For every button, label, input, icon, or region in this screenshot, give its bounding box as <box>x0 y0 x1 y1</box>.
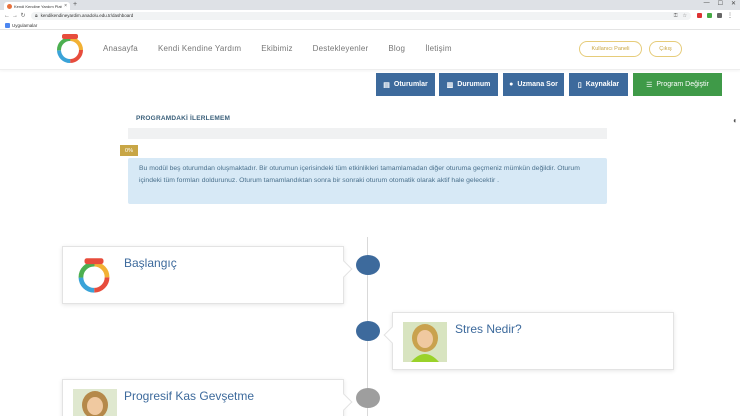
star-icon[interactable]: ☆ <box>683 13 687 19</box>
book-icon: ▤ <box>383 81 390 89</box>
progress-title: PROGRAMDAKİ İLERLEMEM <box>136 115 231 122</box>
main-nav: Anasayfa Kendi Kendine Yardım Ekibimiz D… <box>103 44 472 53</box>
change-program-button[interactable]: ☰ Program Değiştir <box>633 73 722 96</box>
site-logo-icon[interactable] <box>54 33 86 65</box>
minimize-icon[interactable]: — <box>704 0 710 7</box>
nav-home[interactable]: Anasayfa <box>103 44 138 53</box>
nav-contact[interactable]: İletişim <box>425 44 452 53</box>
timeline-card-stress[interactable]: Stres Nedir? <box>383 312 674 370</box>
logout-button[interactable]: Çıkış <box>649 41 682 57</box>
tab-close-icon[interactable]: × <box>64 3 67 9</box>
logo-icon <box>78 258 110 293</box>
extension-icon[interactable] <box>707 13 712 18</box>
menu-icon[interactable]: ⋮ <box>727 12 733 19</box>
nav-self-help[interactable]: Kendi Kendine Yardım <box>158 44 241 53</box>
address-bar[interactable]: 🔒︎ kendikendineyardim.anadolu.edu.tr/das… <box>31 11 691 20</box>
file-icon: ▯ <box>577 81 582 89</box>
browser-toolbar: ← → ↻ 🔒︎ kendikendineyardim.anadolu.edu.… <box>0 10 740 21</box>
apps-icon <box>5 22 10 28</box>
timeline-title: Progresif Kas Gevşetme <box>124 389 255 403</box>
close-window-icon[interactable]: ✕ <box>731 0 736 7</box>
info-text: Bu modül beş oturumdan oluşmaktadır. Bir… <box>139 165 580 184</box>
back-icon[interactable]: ← <box>3 13 11 19</box>
reload-icon[interactable]: ↻ <box>19 12 27 19</box>
timeline-dot-active <box>356 321 380 341</box>
window-controls: — ☐ ✕ <box>704 0 736 7</box>
timeline-title: Başlangıç <box>124 256 177 270</box>
favicon-icon <box>7 3 12 9</box>
timeline-title: Stres Nedir? <box>455 322 522 336</box>
tab-title: Kendi Kendine Yardım Platfor <box>14 3 63 9</box>
bookmarks-bar: Uygulamalar <box>0 21 740 30</box>
avatar-woman-icon <box>73 389 117 416</box>
extension-icon[interactable] <box>717 13 722 18</box>
ask-expert-label: Uzmana Sor <box>517 81 558 88</box>
lock-icon: 🔒︎ <box>35 12 38 19</box>
user-panel-button[interactable]: Kullanıcı Paneli <box>579 41 642 57</box>
sessions-button[interactable]: ▤ Oturumlar <box>376 73 435 96</box>
url-text: kendikendineyardim.anadolu.edu.tr/dashbo… <box>40 13 134 18</box>
nav-blog[interactable]: Blog <box>388 44 405 53</box>
extension-icon[interactable] <box>697 13 702 18</box>
site-header: Anasayfa Kendi Kendine Yardım Ekibimiz D… <box>0 30 740 70</box>
forward-icon[interactable]: → <box>11 13 19 19</box>
maximize-icon[interactable]: ☐ <box>718 0 723 7</box>
change-program-label: Program Değiştir <box>656 81 709 88</box>
info-box: Bu modül beş oturumdan oluşmaktadır. Bir… <box>128 158 607 204</box>
key-icon[interactable]: ⚿ <box>674 13 678 19</box>
timeline-card-pmr[interactable]: Progresif Kas Gevşetme <box>62 379 353 416</box>
bookmark-apps[interactable]: Uygulamalar <box>12 23 37 28</box>
timeline-dot-active <box>356 255 380 275</box>
nav-supporters[interactable]: Destekleyenler <box>313 44 369 53</box>
status-label: Durumum <box>457 81 491 88</box>
new-tab-icon[interactable]: + <box>73 1 77 8</box>
user-icon: ● <box>509 81 514 88</box>
sessions-label: Oturumlar <box>393 81 428 88</box>
nav-team[interactable]: Ekibimiz <box>261 44 292 53</box>
resources-label: Kaynaklar <box>585 81 620 88</box>
list-icon: ☰ <box>646 81 653 89</box>
timeline-dot-locked <box>356 388 380 408</box>
browser-tabstrip: Kendi Kendine Yardım Platfor × + — ☐ ✕ <box>0 0 740 10</box>
browser-tab[interactable]: Kendi Kendine Yardım Platfor × <box>4 2 70 10</box>
progress-bar <box>128 128 607 139</box>
resources-button[interactable]: ▯ Kaynaklar <box>569 73 628 96</box>
status-button[interactable]: ▥ Durumum <box>439 73 498 96</box>
chart-icon: ▥ <box>446 81 454 89</box>
scroll-indicator-icon[interactable]: ◐ <box>733 116 738 125</box>
avatar-woman-icon <box>403 322 447 362</box>
progress-percent-badge: 0% <box>120 145 138 156</box>
ask-expert-button[interactable]: ● Uzmana Sor <box>503 73 564 96</box>
timeline-card-start[interactable]: Başlangıç <box>62 246 353 304</box>
